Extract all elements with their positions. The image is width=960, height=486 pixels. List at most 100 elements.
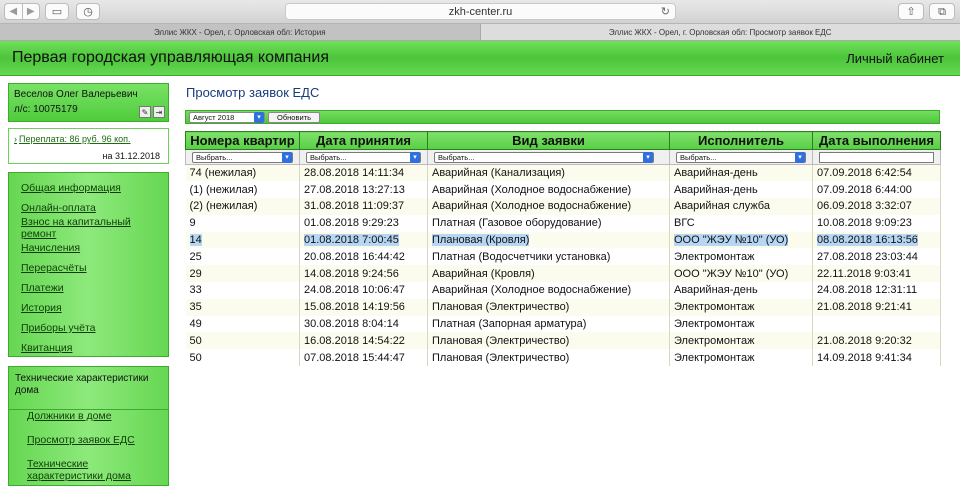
request-type-cell-text: Плановая (Кровля) bbox=[432, 234, 530, 247]
debtors-link[interactable]: Должники в доме bbox=[9, 410, 168, 422]
column-header-request-type[interactable]: Вид заявки bbox=[427, 131, 670, 150]
share-icon[interactable]: ⇧ bbox=[898, 3, 924, 20]
accepted-date-cell-text: 31.08.2018 11:09:37 bbox=[304, 200, 405, 213]
apartment-cell: 35 bbox=[185, 298, 300, 316]
user-name: Веселов Олег Валерьевич bbox=[14, 89, 138, 100]
apartments-filter-select[interactable]: Выбрать... bbox=[192, 151, 293, 163]
apartment-cell-text: 14 bbox=[189, 234, 202, 247]
accepted-date-cell-text: 14.08.2018 9:24:56 bbox=[304, 267, 399, 280]
request-type-cell-text: Аварийная (Холодное водоснабжение) bbox=[432, 183, 632, 196]
request-type-filter-select[interactable]: Выбрать... bbox=[434, 151, 654, 163]
table-header-row: Номера квартир Дата принятия Вид заявки … bbox=[185, 131, 941, 150]
menu-item-capital-repair[interactable]: Взнос на капитальный ремонт bbox=[9, 216, 168, 240]
executor-cell: ООО "ЖЭУ №10" (УО) bbox=[669, 265, 813, 283]
executor-cell: Электромонтаж bbox=[669, 298, 813, 316]
table-row[interactable]: 29 14.08.2018 9:24:56 Аварийная (Кровля) ОО… bbox=[185, 265, 941, 283]
executor-filter-select[interactable]: Выбрать... bbox=[676, 151, 806, 163]
menu-item-history[interactable]: История bbox=[9, 298, 168, 318]
accepted-date-cell-text: 28.08.2018 14:11:34 bbox=[304, 167, 405, 180]
eds-requests-link[interactable]: Просмотр заявок ЕДС bbox=[9, 434, 168, 446]
menu-item-receipt[interactable]: Квитанция bbox=[9, 338, 168, 358]
table-row[interactable]: (1) (нежилая) 27.08.2018 13:27:13 Аварийна… bbox=[185, 181, 941, 199]
column-header-accepted-date[interactable]: Дата принятия bbox=[299, 131, 428, 150]
settings-icon[interactable]: ✎ bbox=[139, 106, 151, 118]
menu-item-payments[interactable]: Платежи bbox=[9, 278, 168, 298]
executor-cell: ООО "ЖЭУ №10" (УО) bbox=[669, 231, 813, 249]
executor-cell: Аварийная-день bbox=[669, 181, 813, 199]
executor-cell-text: Аварийная-день bbox=[674, 284, 758, 297]
request-type-cell-text: Платная (Газовое оборудование) bbox=[432, 217, 602, 230]
month-select[interactable]: Август 2018 bbox=[189, 112, 265, 123]
table-row[interactable]: 33 24.08.2018 10:06:47 Аварийная (Холодное… bbox=[185, 282, 941, 299]
table-row[interactable]: (2) (нежилая) 31.08.2018 11:09:37 Аварийна… bbox=[185, 198, 941, 215]
executor-cell: Аварийная-день bbox=[669, 282, 813, 299]
accepted-date-cell-text: 27.08.2018 13:27:13 bbox=[304, 183, 405, 196]
back-icon[interactable]: ◀ bbox=[4, 3, 23, 20]
tabs-overview-icon[interactable]: ⧉ bbox=[929, 3, 955, 20]
accepted-date-cell: 27.08.2018 13:27:13 bbox=[299, 181, 428, 199]
page-header: Первая городская управляющая компания Ли… bbox=[0, 41, 960, 76]
apartment-cell-text: 50 bbox=[189, 334, 202, 347]
column-header-completed-date[interactable]: Дата выполнения bbox=[812, 131, 941, 150]
reload-icon[interactable]: ↻ bbox=[661, 5, 670, 18]
table-row[interactable]: 50 07.08.2018 15:44:47 Плановая (Электриче… bbox=[185, 349, 941, 367]
column-header-executor[interactable]: Исполнитель bbox=[669, 131, 813, 150]
tech-specs-link[interactable]: Технические характеристики дома bbox=[9, 458, 159, 482]
apartment-cell-text: 33 bbox=[189, 284, 202, 297]
accepted-date-cell: 28.08.2018 14:11:34 bbox=[299, 164, 428, 182]
accepted-date-cell-text: 30.08.2018 8:04:14 bbox=[304, 318, 399, 331]
menu-item-meters[interactable]: Приборы учёта bbox=[9, 318, 168, 338]
completed-date-filter-input[interactable] bbox=[819, 151, 934, 163]
accepted-date-cell: 07.08.2018 15:44:47 bbox=[299, 349, 428, 367]
menu-item-charges[interactable]: Начисления bbox=[9, 238, 168, 258]
request-type-cell: Плановая (Кровля) bbox=[427, 231, 670, 249]
table-row[interactable]: 35 15.08.2018 14:19:56 Плановая (Электриче… bbox=[185, 298, 941, 316]
tab-history[interactable]: Эллис ЖКХ - Орел, г. Орловская обл: Исто… bbox=[0, 24, 481, 40]
menu-item-recalculations[interactable]: Перерасчёты bbox=[9, 258, 168, 278]
column-header-apartments[interactable]: Номера квартир bbox=[185, 131, 300, 150]
apartment-cell: 74 (нежилая) bbox=[185, 164, 300, 182]
table-row[interactable]: 9 01.08.2018 9:29:23 Платная (Газовое обор… bbox=[185, 214, 941, 232]
history-icon[interactable]: ◷ bbox=[76, 3, 100, 20]
forward-icon[interactable]: ▶ bbox=[22, 3, 40, 20]
completed-date-cell: 07.09.2018 6:44:00 bbox=[812, 181, 941, 199]
personal-cabinet-link[interactable]: Личный кабинет bbox=[846, 51, 944, 66]
menu-item-general-info[interactable]: Общая информация bbox=[9, 178, 168, 198]
table-row[interactable]: 49 30.08.2018 8:04:14 Платная (Запорная ар… bbox=[185, 315, 941, 333]
request-type-cell-text: Плановая (Электричество) bbox=[432, 334, 570, 347]
request-type-cell: Аварийная (Канализация) bbox=[427, 164, 670, 182]
menu-item-online-payment[interactable]: Онлайн-оплата bbox=[9, 198, 168, 218]
table-row[interactable]: 14 01.08.2018 7:00:45 Плановая (Кровля) ООО… bbox=[185, 231, 941, 249]
apartment-cell-text: 50 bbox=[189, 351, 202, 364]
apartment-cell: 29 bbox=[185, 265, 300, 283]
completed-date-cell: 08.08.2018 16:13:56 bbox=[812, 231, 941, 249]
executor-cell-text: Электромонтаж bbox=[674, 351, 755, 364]
executor-cell-text: Аварийная-день bbox=[674, 183, 758, 196]
accepted-date-cell-text: 01.08.2018 7:00:45 bbox=[304, 234, 399, 247]
accepted-date-filter-select[interactable]: Выбрать... bbox=[306, 151, 421, 163]
table-row[interactable]: 74 (нежилая) 28.08.2018 14:11:34 Аварийная… bbox=[185, 164, 941, 182]
user-actions: ✎ ⇥ bbox=[139, 106, 165, 118]
sidebar-toggle-icon[interactable]: ▭ bbox=[45, 3, 69, 20]
logout-icon[interactable]: ⇥ bbox=[153, 106, 165, 118]
completed-date-cell-text: 10.08.2018 9:09:23 bbox=[817, 217, 912, 230]
request-type-cell: Платная (Газовое оборудование) bbox=[427, 214, 670, 232]
table-row[interactable]: 50 16.08.2018 14:54:22 Плановая (Электриче… bbox=[185, 332, 941, 350]
tab-eds-requests[interactable]: Эллис ЖКХ - Орел, г. Орловская обл: Прос… bbox=[480, 24, 960, 40]
completed-date-cell: 14.09.2018 9:41:34 bbox=[812, 349, 941, 367]
table-row[interactable]: 25 20.08.2018 16:44:42 Платная (Водосчетчи… bbox=[185, 248, 941, 266]
request-type-cell: Аварийная (Холодное водоснабжение) bbox=[427, 181, 670, 199]
accepted-date-cell: 20.08.2018 16:44:42 bbox=[299, 248, 428, 266]
apartment-cell: 50 bbox=[185, 349, 300, 367]
completed-date-cell-text: 21.08.2018 9:21:41 bbox=[817, 301, 912, 314]
accepted-date-cell-text: 24.08.2018 10:06:47 bbox=[304, 284, 405, 297]
apartment-cell: (2) (нежилая) bbox=[185, 198, 300, 215]
update-button[interactable]: Обновить bbox=[268, 112, 320, 123]
browser-toolbar: ◀ ▶ ▭ ◷ zkh-center.ru ↻ ⇧ ⧉ bbox=[0, 0, 960, 24]
apartment-cell: 49 bbox=[185, 315, 300, 333]
completed-date-cell-text: 22.11.2018 9:03:41 bbox=[817, 267, 911, 280]
address-bar[interactable]: zkh-center.ru ↻ bbox=[285, 3, 676, 20]
completed-date-cell-text: 24.08.2018 12:31:11 bbox=[817, 284, 918, 297]
table-filter-row: Выбрать... Выбрать... Выбрать... Выбрать… bbox=[185, 149, 941, 165]
overpayment-link[interactable]: Переплата: 86 руб. 96 коп. bbox=[14, 134, 131, 144]
